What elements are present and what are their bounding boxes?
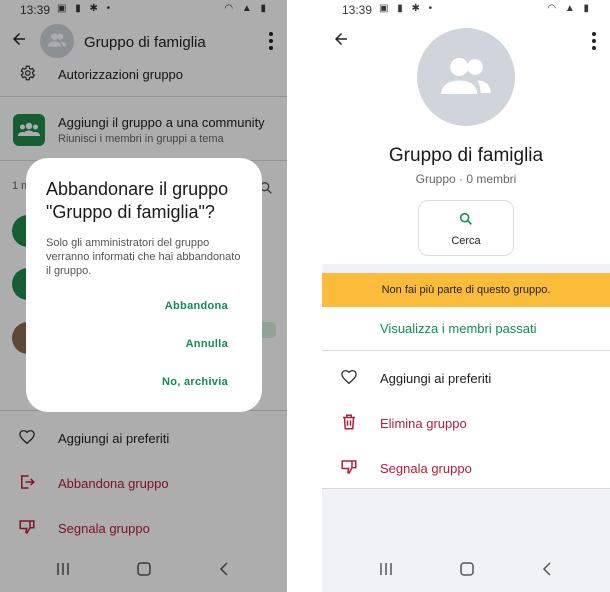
leave-button[interactable]: Abbandona (165, 300, 228, 312)
dialog-title: Abbandonare il gruppo "Gruppo di famigli… (46, 179, 229, 222)
search-button[interactable]: Cerca (418, 200, 514, 256)
view-past-members-link[interactable]: Visualizza i membri passati (380, 321, 537, 336)
search-label: Cerca (451, 235, 481, 247)
not-member-banner: Non fai più parte di questo gruppo. (322, 273, 610, 307)
status-bar: 13:39 ▣ ▮ ✱ • ◠ ▲ ▮ (322, 0, 610, 20)
status-time: 13:39 (342, 3, 373, 17)
back-arrow-icon[interactable] (332, 30, 354, 52)
report-group-label: Segnala gruppo (380, 461, 472, 476)
status-icons-left: ▣ ▮ ✱ • (379, 3, 436, 14)
trash-icon (340, 413, 362, 435)
more-vert-icon[interactable] (590, 32, 598, 52)
home-icon[interactable] (460, 562, 474, 581)
thumb-down-icon (340, 458, 362, 480)
leave-group-dialog: Abbandonare il gruppo "Gruppo di famigli… (26, 158, 262, 412)
dialog-message: Solo gli amministratori del gruppo verra… (46, 237, 241, 277)
group-meta: Gruppo · 0 membri (415, 172, 517, 186)
heart-icon (340, 368, 362, 390)
delete-group-label: Elimina gruppo (380, 416, 467, 431)
search-icon (458, 211, 474, 232)
recent-apps-icon[interactable] (379, 562, 393, 581)
left-phone: 13:39 ▣ ▮ ✱ • ◠ ▲ ▮ Gruppo di famiglia A… (0, 0, 287, 592)
nav-bar (322, 552, 610, 592)
divider (322, 350, 610, 351)
nav-back-icon[interactable] (541, 562, 555, 581)
screenshot-canvas: 13:39 ▣ ▮ ✱ • ◠ ▲ ▮ Gruppo di famiglia A… (0, 0, 610, 592)
right-phone: 13:39 ▣ ▮ ✱ • ◠ ▲ ▮ Gruppo di famiglia G… (322, 0, 610, 592)
favorites-label: Aggiungi ai preferiti (380, 371, 492, 386)
group-name: Gruppo di famiglia (388, 145, 544, 166)
cancel-button[interactable]: Annulla (186, 338, 228, 350)
delete-group-row[interactable]: Elimina gruppo (322, 411, 610, 437)
archive-button[interactable]: No, archivia (162, 376, 228, 388)
report-group-row[interactable]: Segnala gruppo (322, 456, 610, 482)
status-icons-right: ◠ ▲ ▮ (547, 3, 592, 14)
group-avatar-icon[interactable] (417, 28, 515, 126)
add-to-favorites-row[interactable]: Aggiungi ai preferiti (322, 366, 610, 392)
section-separator (322, 264, 610, 273)
divider (322, 488, 610, 489)
